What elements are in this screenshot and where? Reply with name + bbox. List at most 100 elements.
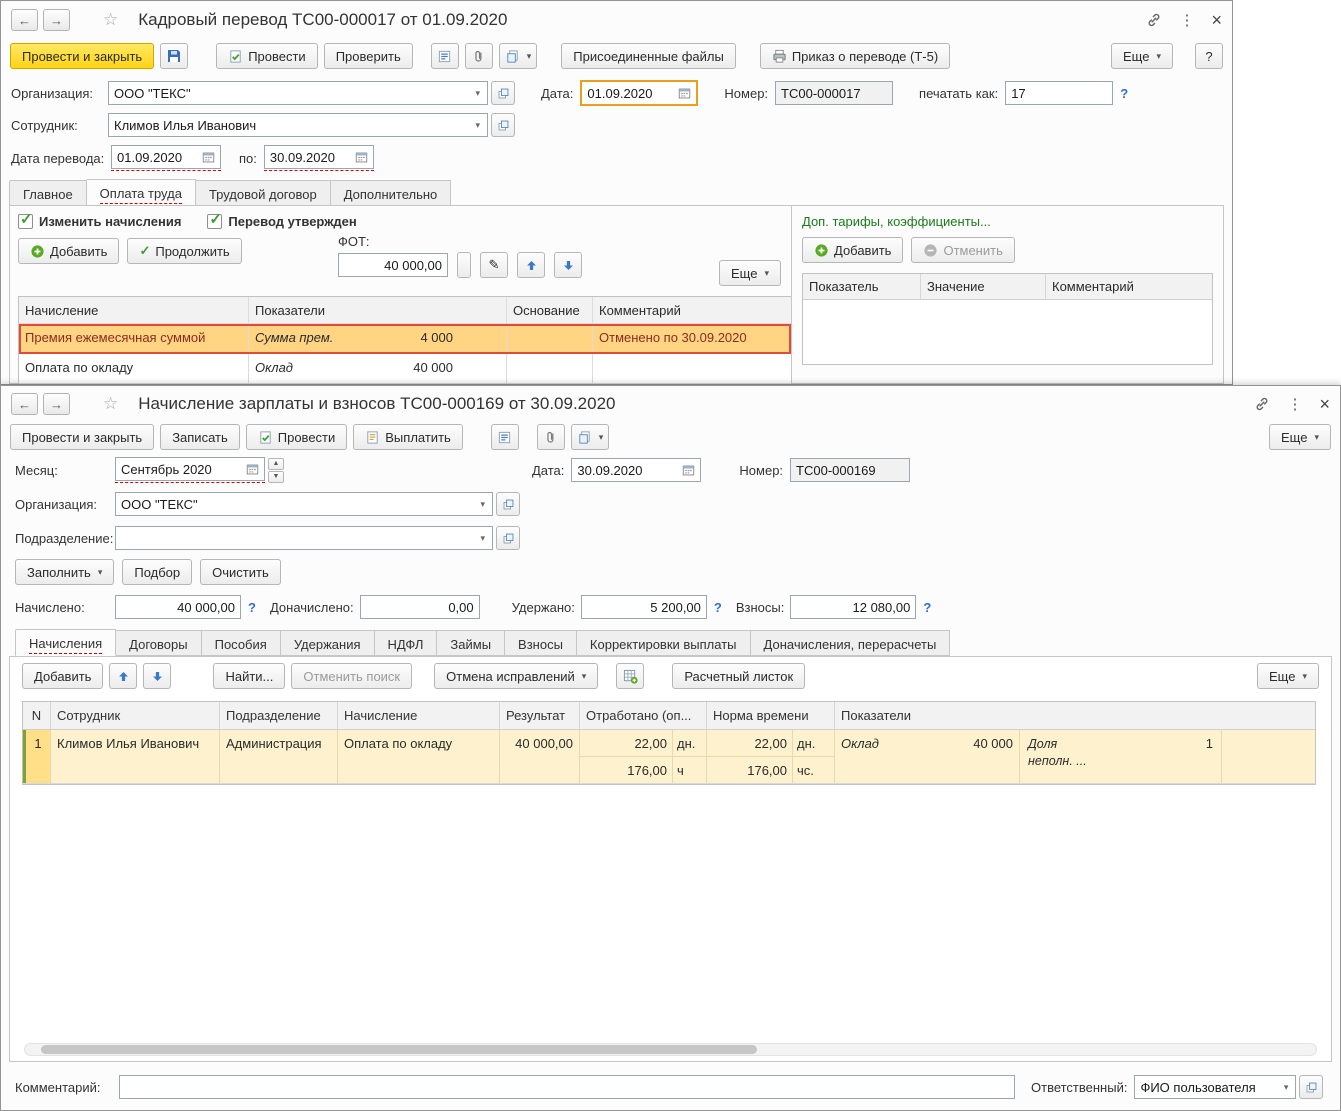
add-accrual-button[interactable]: Добавить — [18, 238, 119, 264]
more-accruals-button[interactable]: Еще▾ — [719, 260, 781, 286]
table-row-premium[interactable]: Премия ежемесячная суммой Сумма прем.4 0… — [19, 324, 791, 354]
month-input[interactable]: Сентябрь 2020 — [115, 457, 265, 481]
number-input[interactable]: ТС00-000017 — [775, 81, 893, 105]
pay-button[interactable]: Выплатить — [353, 424, 463, 450]
move-down-button[interactable] — [554, 252, 582, 278]
help-question-icon[interactable]: ? — [714, 600, 722, 615]
transfer-date-from-input[interactable]: 01.09.2020 — [111, 145, 221, 169]
print-as-input[interactable]: 17 — [1005, 81, 1113, 105]
menu-dots-icon[interactable]: ⋮ — [1287, 395, 1302, 413]
table-row[interactable]: 1 Климов Илья Иванович Администрация Опл… — [23, 730, 1315, 784]
help-question-icon[interactable]: ? — [923, 600, 931, 615]
fill-button[interactable]: Заполнить▾ — [15, 559, 114, 585]
help-question-icon[interactable]: ? — [1120, 86, 1128, 101]
copy-dropdown-button[interactable]: ▾ — [571, 424, 610, 450]
contributions-input[interactable]: 12 080,00 — [790, 595, 916, 619]
splitter-button[interactable] — [457, 252, 471, 278]
copy-dropdown-button[interactable]: ▾ — [499, 43, 538, 69]
organization-combo[interactable]: ООО "ТЕКС"▾ — [115, 492, 493, 516]
cancel-search-button[interactable]: Отменить поиск — [291, 663, 412, 689]
save-button[interactable] — [160, 43, 188, 69]
spin-up-button[interactable]: ▲ — [268, 458, 284, 470]
transfer-order-button[interactable]: Приказ о переводе (Т-5) — [760, 43, 950, 69]
tab-additional[interactable]: Дополнительно — [331, 180, 452, 206]
withheld-input[interactable]: 5 200,00 — [581, 595, 707, 619]
post-button[interactable]: Провести — [246, 424, 348, 450]
report-icon-button[interactable] — [431, 43, 459, 69]
help-question-icon[interactable]: ? — [248, 600, 256, 615]
organization-open-button[interactable] — [496, 492, 520, 516]
transfer-date-to-input[interactable]: 30.09.2020 — [264, 145, 374, 169]
forward-button[interactable]: → — [43, 393, 70, 415]
organization-combo[interactable]: ООО "ТЕКС"▾ — [108, 81, 488, 105]
tab-contributions[interactable]: Взносы — [505, 630, 577, 656]
responsible-combo[interactable]: ФИО пользователя▾ — [1134, 1075, 1296, 1099]
add-tariff-button[interactable]: Добавить — [802, 237, 903, 263]
attached-files-button[interactable]: Присоединенные файлы — [561, 43, 736, 69]
write-button[interactable]: Записать — [160, 424, 240, 450]
number-input[interactable]: ТС00-000169 — [790, 458, 910, 482]
scrollbar-thumb[interactable] — [41, 1045, 757, 1054]
accrued-input[interactable]: 40 000,00 — [115, 595, 241, 619]
clear-button[interactable]: Очистить — [200, 559, 281, 585]
tab-payment-adjustments[interactable]: Корректировки выплаты — [577, 630, 751, 656]
find-button[interactable]: Найти... — [213, 663, 285, 689]
tab-contracts[interactable]: Договоры — [116, 630, 201, 656]
move-up-button[interactable] — [517, 252, 545, 278]
organization-open-button[interactable] — [491, 81, 515, 105]
check-button[interactable]: Проверить — [324, 43, 413, 69]
tab-deductions[interactable]: Удержания — [281, 630, 375, 656]
close-icon[interactable]: × — [1211, 10, 1222, 31]
menu-dots-icon[interactable]: ⋮ — [1179, 11, 1194, 29]
post-and-close-button[interactable]: Провести и закрыть — [10, 424, 154, 450]
tab-accruals[interactable]: Начисления — [15, 629, 116, 656]
pick-button[interactable]: Подбор — [122, 559, 192, 585]
post-button[interactable]: Провести — [216, 43, 318, 69]
date-input[interactable]: 01.09.2020 — [580, 80, 698, 106]
extra-tariffs-link[interactable]: Доп. тарифы, коэффициенты... — [802, 214, 991, 229]
tab-recalculations[interactable]: Доначисления, перерасчеты — [751, 630, 951, 656]
edit-pencil-button[interactable]: ✎ — [480, 252, 508, 278]
undo-corrections-button[interactable]: Отмена исправлений▾ — [434, 663, 598, 689]
cancel-tariff-button[interactable]: Отменить — [911, 237, 1014, 263]
change-accruals-checkbox[interactable]: ✓Изменить начисления — [18, 214, 181, 229]
tab-loans[interactable]: Займы — [437, 630, 505, 656]
tab-benefits[interactable]: Пособия — [202, 630, 281, 656]
report-icon-button[interactable] — [491, 424, 519, 450]
tab-main[interactable]: Главное — [9, 180, 87, 206]
extra-accrued-input[interactable]: 0,00 — [360, 595, 480, 619]
department-open-button[interactable] — [496, 526, 520, 550]
favorite-star-icon[interactable]: ☆ — [103, 394, 118, 414]
tab-pay[interactable]: Оплата труда — [87, 179, 196, 206]
help-button[interactable]: ? — [1195, 43, 1223, 69]
comment-input[interactable] — [119, 1075, 1015, 1099]
link-icon[interactable] — [1254, 396, 1270, 412]
date-input[interactable]: 30.09.2020 — [571, 458, 701, 482]
table-row-salary[interactable]: Оплата по окладу Оклад40 000 — [19, 354, 791, 384]
tab-ndfl[interactable]: НДФЛ — [375, 630, 438, 656]
favorite-star-icon[interactable]: ☆ — [103, 10, 118, 30]
department-combo[interactable]: ▾ — [115, 526, 493, 550]
close-icon[interactable]: × — [1319, 394, 1330, 415]
more-button[interactable]: Еще▾ — [1269, 424, 1331, 450]
move-down-button[interactable] — [143, 663, 171, 689]
add-row-button[interactable]: Добавить — [22, 663, 103, 689]
more-button[interactable]: Еще▾ — [1111, 43, 1173, 69]
paperclip-icon-button[interactable] — [465, 43, 493, 69]
employee-combo[interactable]: Климов Илья Иванович▾ — [108, 113, 488, 137]
tab-contract[interactable]: Трудовой договор — [196, 180, 331, 206]
transfer-approved-checkbox[interactable]: ✓Перевод утвержден — [207, 214, 356, 229]
back-button[interactable]: ← — [11, 393, 38, 415]
move-up-button[interactable] — [109, 663, 137, 689]
paperclip-icon-button[interactable] — [537, 424, 565, 450]
fot-input[interactable]: 40 000,00 — [338, 253, 448, 277]
continue-button[interactable]: ✓ Продолжить — [127, 238, 241, 264]
post-and-close-button[interactable]: Провести и закрыть — [10, 43, 154, 69]
employee-open-button[interactable] — [491, 113, 515, 137]
spin-down-button[interactable]: ▼ — [268, 471, 284, 483]
payslip-button[interactable]: Расчетный листок — [672, 663, 805, 689]
grid-settings-button[interactable] — [616, 663, 644, 689]
forward-button[interactable]: → — [43, 9, 70, 31]
back-button[interactable]: ← — [11, 9, 38, 31]
link-icon[interactable] — [1146, 12, 1162, 28]
